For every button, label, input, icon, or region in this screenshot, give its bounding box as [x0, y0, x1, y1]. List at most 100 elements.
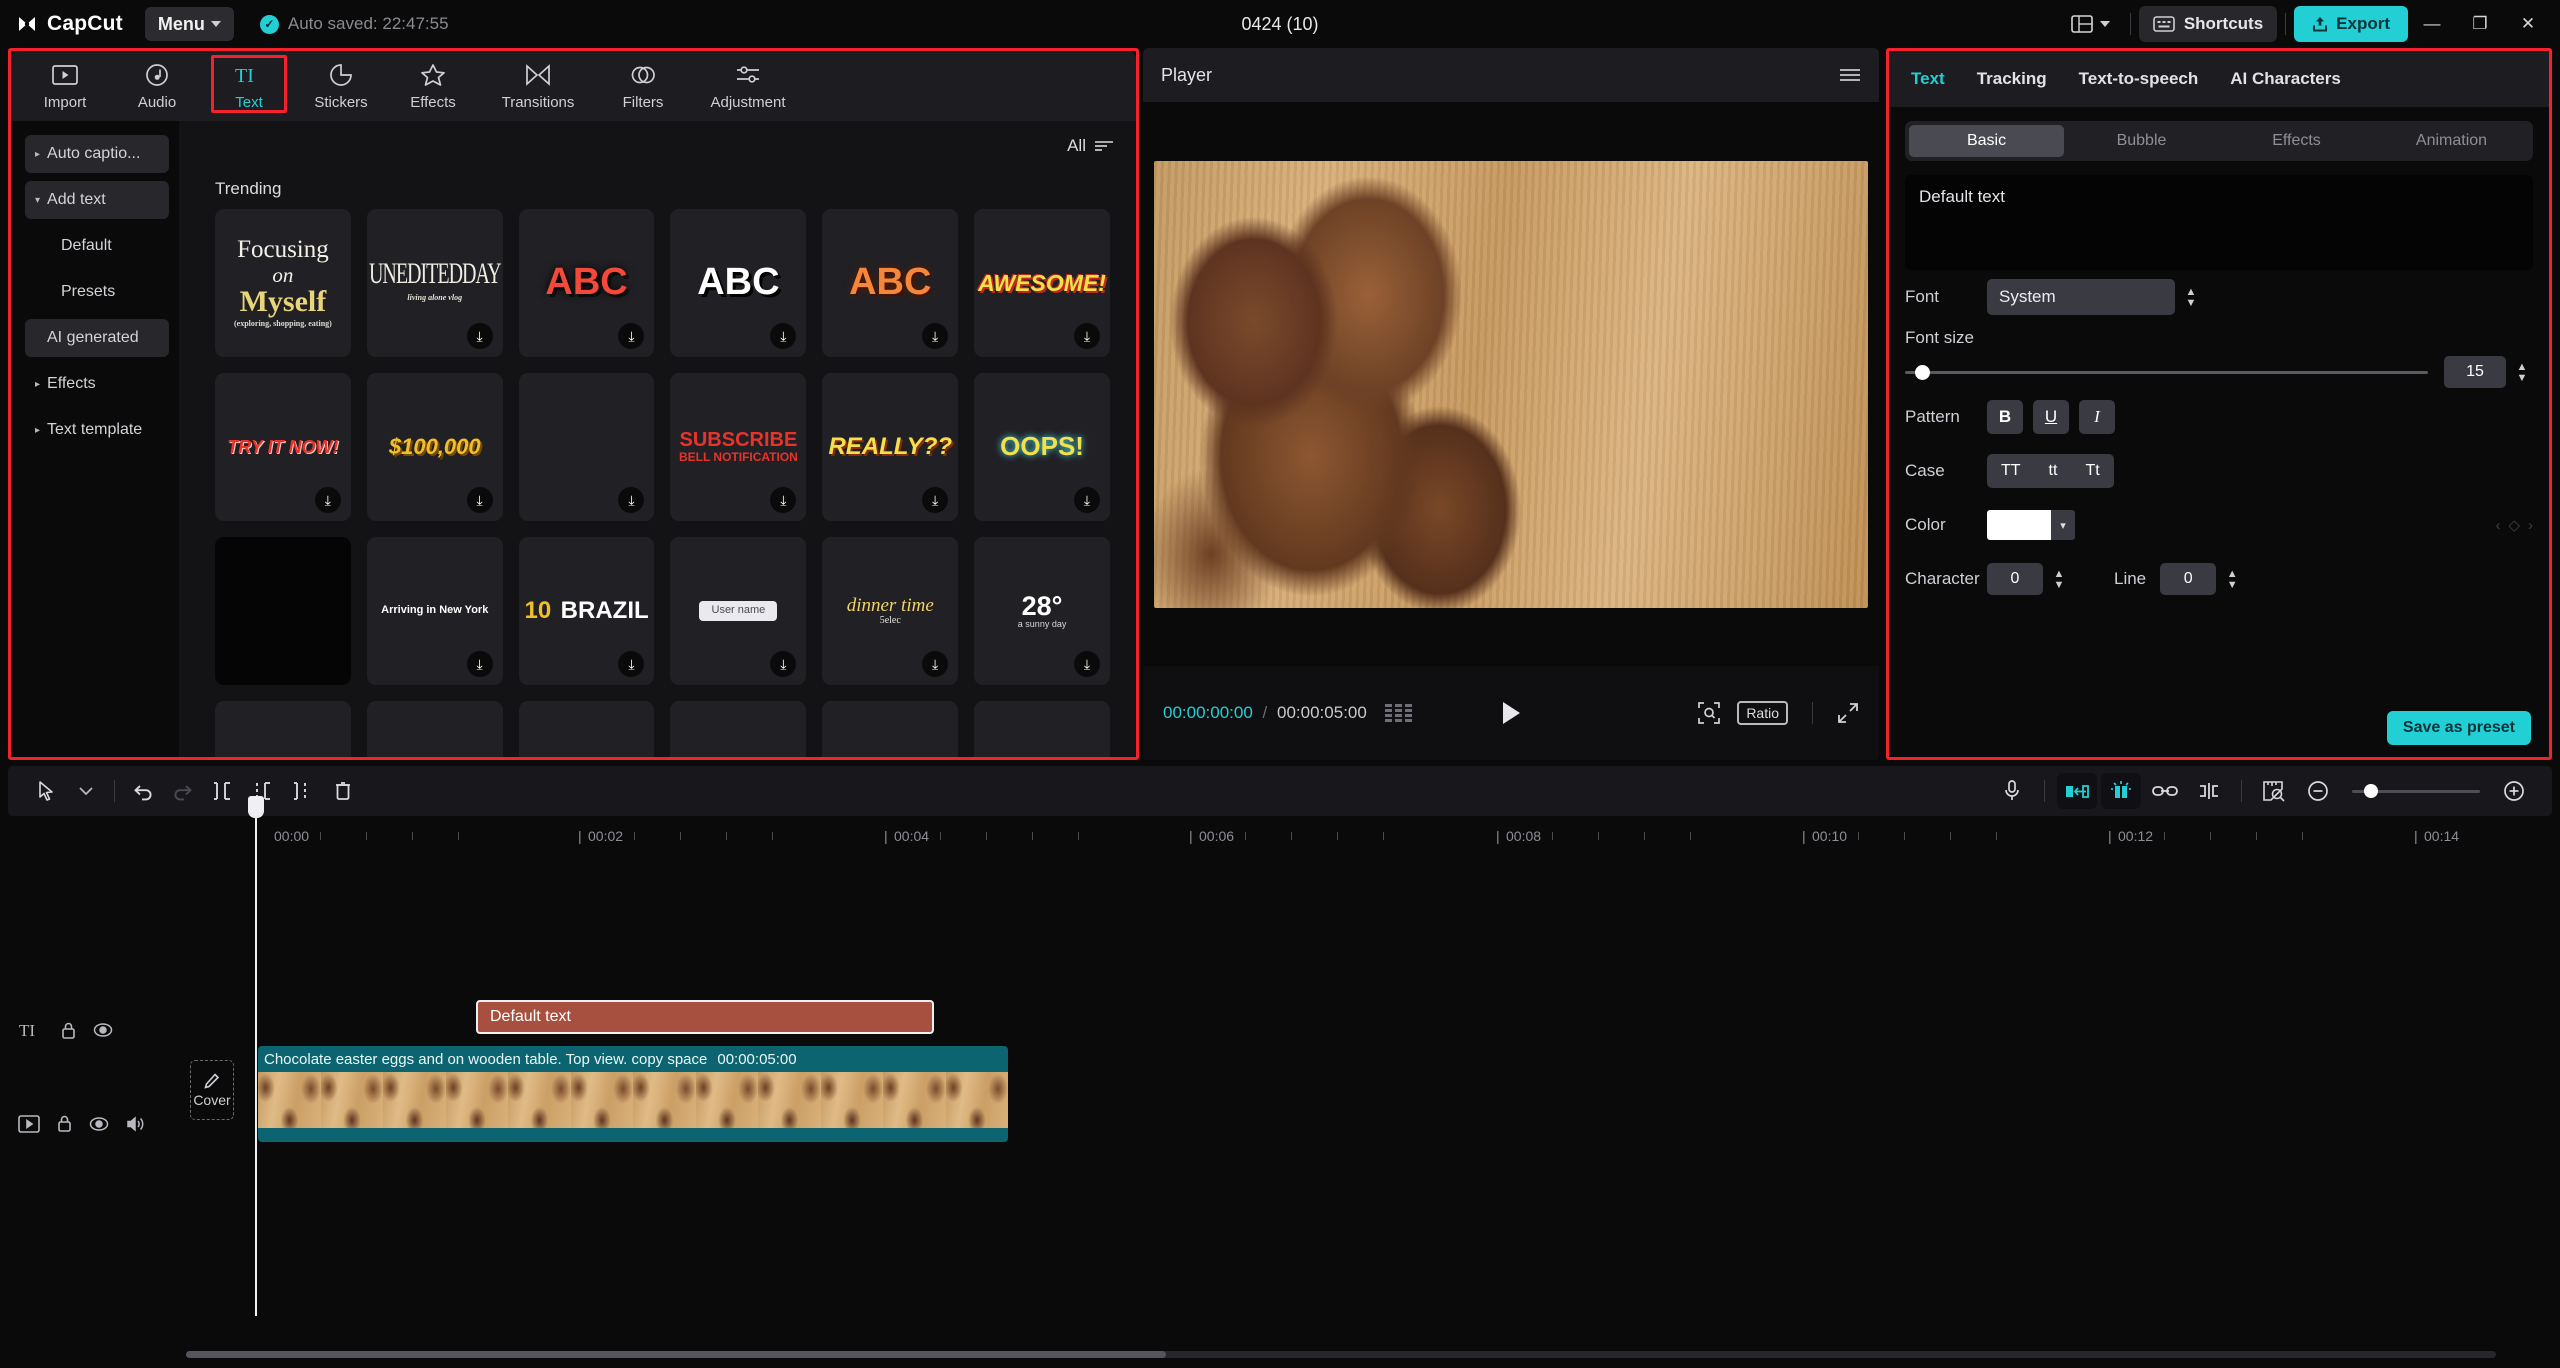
case-title-button[interactable]: Tt	[2071, 462, 2113, 480]
keyframe-diamond-icon[interactable]: ◇	[2508, 516, 2520, 534]
zoom-out-icon[interactable]	[2298, 773, 2338, 809]
ratio-button[interactable]: Ratio	[1737, 701, 1788, 725]
split-clip-icon[interactable]	[2189, 773, 2229, 809]
sidebar-item-text-template[interactable]: ▸ Text template	[25, 411, 169, 449]
download-icon[interactable]: ⤓	[467, 323, 493, 349]
link-icon[interactable]	[2145, 773, 2185, 809]
playhead-handle[interactable]	[248, 796, 264, 818]
font-size-slider[interactable]	[1905, 371, 2428, 374]
template-card[interactable]: ABC ⤓	[822, 209, 958, 357]
download-icon[interactable]: ⤓	[1074, 651, 1100, 677]
template-card[interactable]: ⤓	[519, 373, 655, 521]
sidebar-item-add-text[interactable]: ▾ Add text	[25, 181, 169, 219]
tab-audio[interactable]: Audio	[111, 55, 203, 117]
slider-handle[interactable]	[1915, 365, 1930, 380]
sidebar-item-ai-generated[interactable]: AI generated	[25, 319, 169, 357]
video-clip[interactable]: Chocolate easter eggs and on wooden tabl…	[258, 1046, 1008, 1142]
microphone-icon[interactable]	[1992, 773, 2032, 809]
bold-button[interactable]: B	[1987, 400, 2023, 434]
download-icon[interactable]: ⤓	[770, 323, 796, 349]
tab-adjustment[interactable]: Adjustment	[689, 55, 807, 117]
tab-text-to-speech[interactable]: Text-to-speech	[2079, 69, 2199, 89]
zoom-fit-icon[interactable]	[1697, 701, 1721, 725]
tab-stickers[interactable]: Stickers	[295, 55, 387, 117]
filter-all-button[interactable]: All	[1067, 136, 1114, 156]
underline-button[interactable]: U	[2033, 400, 2069, 434]
template-card[interactable]: AWESOME! ⤓	[974, 209, 1110, 357]
tab-text-properties[interactable]: Text	[1911, 69, 1945, 89]
template-card[interactable]: Fei	[367, 701, 503, 760]
sidebar-item-auto-captions[interactable]: ▸ Auto captio...	[25, 135, 169, 173]
tab-tracking[interactable]: Tracking	[1977, 69, 2047, 89]
snap-magnet-icon[interactable]	[2101, 773, 2141, 809]
template-card[interactable]: UNEDITEDDAY living alone vlog ⤓	[367, 209, 503, 357]
save-as-preset-button[interactable]: Save as preset	[2387, 711, 2531, 745]
tab-filters[interactable]: Filters	[597, 55, 689, 117]
cover-button[interactable]: Cover	[190, 1060, 234, 1120]
export-button[interactable]: Export	[2294, 6, 2408, 42]
split-icon[interactable]	[203, 773, 243, 809]
timeline-ruler[interactable]: 00:00 | 00:02 | 00:04 | 00:06 | 00:08 | …	[184, 816, 2560, 856]
video-preview[interactable]	[1154, 161, 1868, 608]
visibility-icon[interactable]	[89, 1116, 109, 1132]
undo-icon[interactable]	[123, 773, 163, 809]
trim-end-icon[interactable]	[283, 773, 323, 809]
download-icon[interactable]: ⤓	[1074, 487, 1100, 513]
font-size-input[interactable]: 15	[2444, 356, 2506, 388]
redo-icon[interactable]	[163, 773, 203, 809]
download-icon[interactable]: ⤓	[770, 487, 796, 513]
template-card[interactable]: 28° a sunny day ⤓	[974, 537, 1110, 685]
segment-effects[interactable]: Effects	[2219, 125, 2374, 157]
template-card[interactable]: Focusing on Myself (exploring, shopping,…	[215, 209, 351, 357]
visibility-icon[interactable]	[93, 1022, 113, 1038]
download-icon[interactable]: ⤓	[618, 323, 644, 349]
menu-button[interactable]: Menu	[145, 7, 234, 41]
segment-bubble[interactable]: Bubble	[2064, 125, 2219, 157]
template-card[interactable]: 10 BRAZIL ⤓	[519, 537, 655, 685]
sidebar-item-effects[interactable]: ▸ Effects	[25, 365, 169, 403]
tab-ai-characters[interactable]: AI Characters	[2230, 69, 2341, 89]
template-card[interactable]: Arriving in New York ⤓	[367, 537, 503, 685]
tool-dropdown-icon[interactable]	[66, 773, 106, 809]
template-card[interactable]: User name ⤓	[670, 537, 806, 685]
delete-icon[interactable]	[323, 773, 363, 809]
template-card[interactable]	[215, 537, 351, 685]
template-card[interactable]: TRY IT NOW! ⤓	[215, 373, 351, 521]
player-menu-icon[interactable]	[1839, 68, 1861, 82]
template-card[interactable]: OOPS! ⤓	[974, 373, 1110, 521]
template-card[interactable]: $100,000 ⤓	[367, 373, 503, 521]
keyframe-prev-icon[interactable]: ‹	[2495, 517, 2500, 534]
template-card[interactable]: GOLD COAST	[519, 701, 655, 760]
timeline-horizontal-scrollbar[interactable]	[186, 1351, 2496, 1358]
auto-fit-icon[interactable]	[2057, 773, 2097, 809]
tab-text[interactable]: TI Text	[203, 55, 295, 117]
keyframe-next-icon[interactable]: ›	[2528, 517, 2533, 534]
minimize-button[interactable]: —	[2408, 3, 2456, 45]
template-card[interactable]: dinner time 5elec ⤓	[822, 537, 958, 685]
select-tool-icon[interactable]	[26, 773, 66, 809]
close-button[interactable]: ✕	[2504, 3, 2552, 45]
playhead[interactable]	[255, 796, 257, 1316]
layout-button[interactable]	[2059, 6, 2122, 42]
template-card[interactable]: ABC ⤓	[670, 209, 806, 357]
chevron-down-icon[interactable]: ▾	[2051, 510, 2075, 540]
download-icon[interactable]: ⤓	[922, 651, 948, 677]
lock-icon[interactable]	[56, 1114, 73, 1133]
tab-import[interactable]: Import	[19, 55, 111, 117]
text-content-input[interactable]: Default text	[1905, 175, 2533, 270]
font-stepper[interactable]: ▲▼	[2180, 279, 2202, 315]
maximize-button[interactable]: ❐	[2456, 3, 2504, 45]
italic-button[interactable]: I	[2079, 400, 2115, 434]
template-card[interactable]: UNITED STATES	[670, 701, 806, 760]
sidebar-item-default[interactable]: Default	[25, 227, 169, 265]
download-icon[interactable]: ⤓	[315, 487, 341, 513]
download-icon[interactable]: ⤓	[922, 323, 948, 349]
tab-effects[interactable]: Effects	[387, 55, 479, 117]
frames-icon[interactable]	[1385, 704, 1413, 722]
font-size-stepper[interactable]: ▲▼	[2511, 354, 2533, 390]
segment-basic[interactable]: Basic	[1909, 125, 2064, 157]
play-button[interactable]	[1499, 700, 1523, 726]
fullscreen-icon[interactable]	[1837, 702, 1859, 724]
template-card[interactable]: THE	[974, 701, 1110, 760]
download-icon[interactable]: ⤓	[467, 651, 493, 677]
